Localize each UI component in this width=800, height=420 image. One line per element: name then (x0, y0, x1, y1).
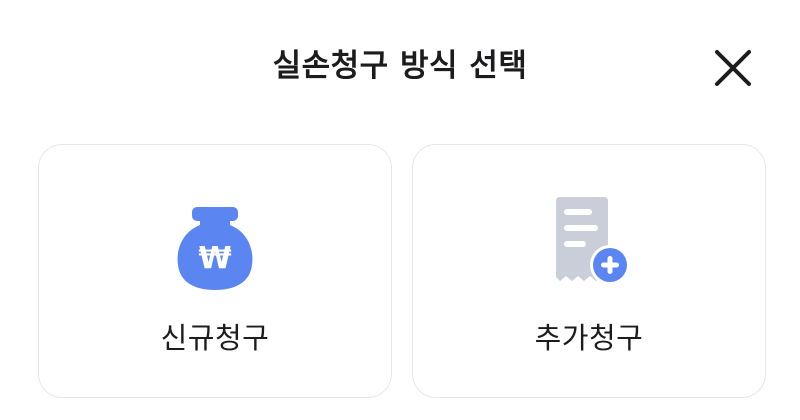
money-bag-won-icon: ₩ (160, 195, 270, 295)
claim-options: ₩ 신규청구 추가청구 (38, 144, 766, 398)
additional-claim-card[interactable]: 추가청구 (412, 144, 766, 398)
additional-claim-label: 추가청구 (534, 321, 644, 355)
sheet-title: 실손청구 방식 선택 (272, 48, 528, 84)
claim-method-sheet: 실손청구 방식 선택 ₩ 신규청구 추가청구 (0, 0, 800, 420)
close-icon (715, 50, 751, 86)
close-button[interactable] (705, 40, 761, 96)
sheet-header: 실손청구 방식 선택 (0, 0, 800, 130)
receipt-add-icon (534, 195, 644, 295)
new-claim-card[interactable]: ₩ 신규청구 (38, 144, 392, 398)
won-symbol: ₩ (198, 241, 231, 276)
new-claim-label: 신규청구 (160, 321, 270, 355)
